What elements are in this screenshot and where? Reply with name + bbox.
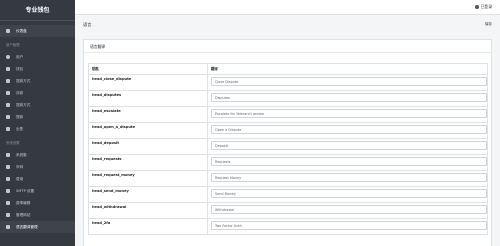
sidebar-item-sales[interactable]: 出售 xyxy=(0,123,75,135)
sidebar-item-label: 存款 xyxy=(16,90,24,95)
sidebar-item-label: 提款 xyxy=(16,114,24,119)
table-row: head_escalate Escalate for Yelerarch rev… xyxy=(89,107,487,123)
sidebar-item-deposits[interactable]: 存款 xyxy=(0,87,75,99)
user-menu[interactable]: 已登录 xyxy=(475,4,492,10)
row-key: head_escalate xyxy=(89,107,208,122)
translation-input[interactable]: Request Money xyxy=(211,173,487,182)
row-key: head_2fa xyxy=(89,219,208,234)
sidebar-item-label: 管理网站 xyxy=(16,212,31,217)
table-header: 钥匙 翻译 xyxy=(89,64,487,75)
users-icon xyxy=(6,55,10,59)
column-header-translation: 翻译 xyxy=(211,67,218,71)
translation-input[interactable]: Escalate for Yelerarch review xyxy=(211,109,487,118)
card-header: 语言翻译 xyxy=(84,40,491,53)
sidebar-item-label: 提款方式 xyxy=(16,78,31,83)
table-row: head_deposit Deposit xyxy=(89,139,487,155)
sidebar-item-wallets[interactable]: 钱包 xyxy=(0,63,75,75)
save-button[interactable]: 保存 xyxy=(485,22,492,27)
sidebar-section-header: 系统设置 xyxy=(6,141,20,145)
sidebar-item-label: 系统集 xyxy=(16,152,27,157)
row-key: head_send_money xyxy=(89,187,208,202)
wallet-icon xyxy=(6,67,10,71)
withdraw-icon xyxy=(6,103,10,107)
sidebar-item-label: 提款方式 xyxy=(16,102,31,107)
translation-input[interactable]: Requests xyxy=(211,157,487,166)
sidebar-item-label: 用户 xyxy=(16,54,24,59)
sidebar-item-fees[interactable]: 费用 xyxy=(0,173,75,185)
translation-input[interactable]: Open a Dispute xyxy=(211,125,487,134)
sidebar-item-label: 仪表盘 xyxy=(16,28,27,33)
sidebar-item-label: 费用 xyxy=(16,176,24,181)
sidebar-item-site[interactable]: 管理网站 xyxy=(0,209,75,221)
app-title: 专业钱包 xyxy=(0,0,75,21)
fee-icon xyxy=(6,177,10,181)
sidebar-item-withdraw-options[interactable]: 提款方式 xyxy=(0,99,75,111)
sidebar-item-users[interactable]: 用户 xyxy=(0,51,75,63)
row-key: head_withdrawal xyxy=(89,203,208,218)
page-header: 语言 保存 xyxy=(75,19,500,31)
translation-input[interactable]: Two Factor Auth xyxy=(211,221,487,230)
sidebar-item-dashboard[interactable]: 仪表盘 xyxy=(0,25,75,37)
smtp-icon xyxy=(6,189,10,193)
topbar: 已登录 xyxy=(75,0,500,15)
row-key: head_deposit xyxy=(89,139,208,154)
table-row: head_2fa Two Factor Auth xyxy=(89,219,487,235)
row-key: head_close_dispute xyxy=(89,75,208,90)
sidebar-item-label: 钱包 xyxy=(16,66,24,71)
row-key: head_disputes xyxy=(89,91,208,106)
column-header-key: 钥匙 xyxy=(89,64,208,74)
sidebar-item-label: 语言翻译管理 xyxy=(16,224,38,229)
sidebar-section-header: 用户管理 xyxy=(6,43,20,47)
sidebar-item-label: 币种 xyxy=(16,164,24,169)
system-icon xyxy=(6,153,10,157)
translation-input[interactable]: Deposit xyxy=(211,141,487,150)
row-key: head_request_money xyxy=(89,171,208,186)
translation-input[interactable]: Disputes xyxy=(211,93,487,102)
translation-table: 钥匙 翻译 head_close_dispute Close Dispute h… xyxy=(88,63,488,235)
table-row: head_request_money Request Money xyxy=(89,171,487,187)
sidebar-item-label: 出售 xyxy=(16,126,24,131)
currency-icon xyxy=(6,165,10,169)
translation-input[interactable]: Withdrawal xyxy=(211,205,487,214)
site-icon xyxy=(6,213,10,217)
user-icon xyxy=(475,5,480,9)
row-key: head_requests xyxy=(89,155,208,170)
language-icon xyxy=(6,225,10,229)
table-row: head_disputes Disputes xyxy=(89,91,487,107)
row-key: head_open_a_dispute xyxy=(89,123,208,138)
table-row: head_requests Requests xyxy=(89,155,487,171)
sidebar: 专业钱包 仪表盘 用户管理 用户 钱包 提款方式 存款 提款方式 提款 出售 系… xyxy=(0,0,75,246)
sidebar-item-currency[interactable]: 币种 xyxy=(0,161,75,173)
sidebar-item-rates[interactable]: 费率编辑 xyxy=(0,197,75,209)
page-title: 语言 xyxy=(83,22,92,27)
table-row: head_close_dispute Close Dispute xyxy=(89,75,487,91)
rate-icon xyxy=(6,201,10,205)
translation-input[interactable]: Send Money xyxy=(211,189,487,198)
deposit-icon xyxy=(6,91,10,95)
table-row: head_send_money Send Money xyxy=(89,187,487,203)
dashboard-icon xyxy=(6,29,10,33)
table-row: head_open_a_dispute Open a Dispute xyxy=(89,123,487,139)
translation-card: 语言翻译 钥匙 翻译 head_close_dispute Close Disp… xyxy=(83,39,492,246)
sidebar-item-label: SMTP 设置 xyxy=(16,188,35,193)
sidebar-item-label: 费率编辑 xyxy=(16,200,31,205)
sidebar-item-withdrawals[interactable]: 提款 xyxy=(0,111,75,123)
user-label: 已登录 xyxy=(480,4,492,9)
sidebar-item-language[interactable]: 语言翻译管理 xyxy=(0,221,75,233)
sidebar-item-smtp[interactable]: SMTP 设置 xyxy=(0,185,75,197)
sale-icon xyxy=(6,127,10,131)
table-row: head_withdrawal Withdrawal xyxy=(89,203,487,219)
withdraw-method-icon xyxy=(6,79,10,83)
sidebar-item-withdraw-methods[interactable]: 提款方式 xyxy=(0,75,75,87)
sidebar-item-system[interactable]: 系统集 xyxy=(0,149,75,161)
translation-input[interactable]: Close Dispute xyxy=(211,77,487,86)
withdrawal-icon xyxy=(6,115,10,119)
